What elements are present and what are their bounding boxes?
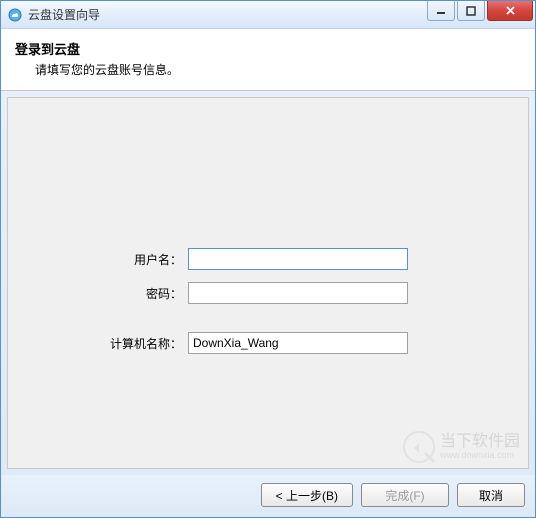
finish-button[interactable]: 完成(F) (361, 483, 449, 507)
username-input[interactable] (188, 248, 408, 270)
window-controls (425, 1, 533, 21)
watermark-icon (402, 430, 436, 464)
password-input[interactable] (188, 282, 408, 304)
close-button[interactable] (487, 1, 533, 21)
wizard-title: 登录到云盘 (15, 39, 521, 58)
watermark: 当下软件园 www.downxia.com (402, 430, 520, 464)
username-label: 用户名： (8, 251, 188, 268)
app-icon (7, 7, 23, 23)
wizard-button-bar: < 上一步(B) 完成(F) 取消 (1, 475, 535, 517)
password-label: 密码： (8, 285, 188, 302)
wizard-content: 用户名： 密码： 计算机名称： 当下软件园 www.downxia.com (7, 97, 529, 469)
computer-name-label: 计算机名称： (8, 335, 188, 352)
username-row: 用户名： (8, 248, 528, 270)
wizard-header: 登录到云盘 请填写您的云盘账号信息。 (1, 29, 535, 91)
password-row: 密码： (8, 282, 528, 304)
window-frame: 云盘设置向导 登录到云盘 请填写您的云盘账号信息。 用户名： 密码： 计算机名 (0, 0, 536, 518)
watermark-text: 当下软件园 (440, 434, 520, 450)
watermark-sub: www.downxia.com (440, 450, 520, 460)
wizard-subtitle: 请填写您的云盘账号信息。 (15, 61, 521, 78)
computer-name-input[interactable] (188, 332, 408, 354)
window-title: 云盘设置向导 (28, 6, 425, 23)
cancel-button[interactable]: 取消 (457, 483, 525, 507)
computer-name-row: 计算机名称： (8, 332, 528, 354)
back-button[interactable]: < 上一步(B) (261, 483, 353, 507)
titlebar: 云盘设置向导 (1, 1, 535, 29)
maximize-button[interactable] (457, 1, 485, 21)
minimize-button[interactable] (427, 1, 455, 21)
